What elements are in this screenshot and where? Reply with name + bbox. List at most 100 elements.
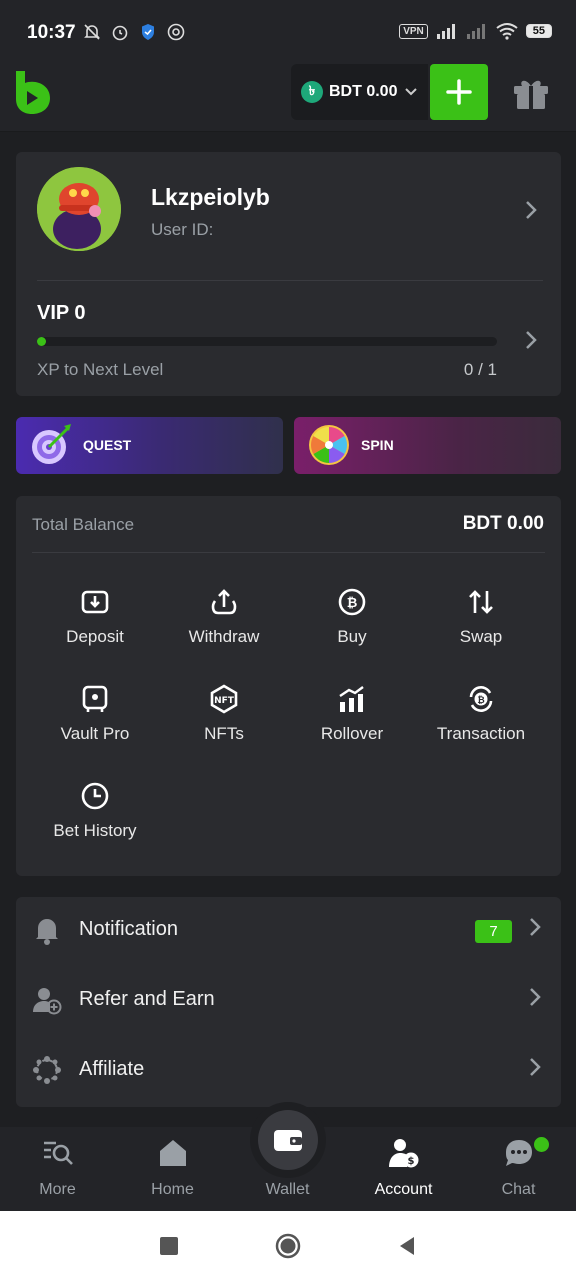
app-header: ৳ BDT 0.00	[0, 64, 576, 132]
target-icon	[32, 424, 71, 464]
quest-label: QUEST	[83, 437, 132, 453]
vault-pro-button[interactable]: Vault Pro	[31, 684, 159, 744]
status-bar: 10:37 VPN 55	[0, 0, 576, 64]
header-balance: BDT 0.00	[329, 83, 398, 100]
withdraw-label: Withdraw	[188, 627, 260, 646]
swap-button[interactable]: Swap	[417, 587, 545, 647]
chevron-right-icon	[525, 200, 537, 226]
bet-history-label: Bet History	[53, 821, 137, 840]
nav-chat[interactable]: Chat	[461, 1127, 576, 1211]
quest-button[interactable]: QUEST	[16, 417, 283, 474]
transaction-label: Transaction	[436, 724, 526, 743]
chat-icon	[505, 1140, 532, 1166]
wallet-fab[interactable]	[258, 1110, 318, 1170]
divider	[32, 552, 545, 553]
svg-text:$: $	[407, 1156, 414, 1167]
user-id-label: User ID:	[151, 220, 214, 239]
xp-value: 0 / 1	[463, 360, 497, 379]
alarm-icon	[110, 22, 130, 42]
gift-icon[interactable]	[512, 76, 550, 110]
vault-icon	[82, 685, 108, 712]
back-icon[interactable]	[394, 1233, 420, 1259]
nav-label: Wallet	[265, 1181, 310, 1198]
transaction-button[interactable]: ₿ Transaction	[417, 684, 545, 744]
nav-home[interactable]: Home	[115, 1127, 230, 1211]
nfts-label: NFTs	[204, 724, 244, 743]
menu-item-refer-and-earn[interactable]: Refer and Earn	[16, 967, 561, 1037]
svg-text:₿: ₿	[347, 596, 358, 611]
rollover-button[interactable]: Rollover	[288, 684, 416, 744]
menu-item-affiliate[interactable]: Affiliate	[16, 1037, 561, 1107]
home-circle-icon[interactable]	[275, 1233, 301, 1259]
battery-indicator: 55	[525, 24, 552, 38]
spin-wheel-icon	[309, 425, 349, 465]
network-icon	[33, 1056, 61, 1084]
profile-card: Lkzpeiolyb User ID: VIP 0 XP to Next Lev…	[16, 152, 561, 396]
status-system-icons: VPN 55	[399, 22, 552, 40]
bet-history-button[interactable]: Bet History	[31, 781, 159, 841]
search-list-icon	[43, 1141, 73, 1165]
nav-label: Account	[374, 1181, 433, 1198]
wallet-icon	[274, 1130, 302, 1151]
bc-logo-icon[interactable]	[14, 69, 52, 115]
svg-text:NFT: NFT	[214, 696, 235, 706]
profile-row[interactable]: Lkzpeiolyb User ID:	[16, 152, 561, 280]
total-balance-value: BDT 0.00	[462, 513, 544, 534]
spin-label: SPIN	[361, 437, 394, 453]
chat-online-dot	[534, 1137, 549, 1152]
spin-button[interactable]: SPIN	[294, 417, 561, 474]
bitcoin-icon: ₿	[338, 588, 366, 616]
vip-level: VIP 0	[37, 302, 86, 324]
wifi-icon	[496, 23, 518, 40]
status-notification-icons	[82, 22, 186, 42]
home-icon	[159, 1140, 186, 1166]
system-nav-bar	[0, 1211, 576, 1280]
plus-icon	[446, 79, 472, 105]
user-add-icon	[33, 988, 62, 1015]
nav-account[interactable]: $ Account	[346, 1127, 461, 1211]
chart-icon	[339, 686, 364, 712]
menu-item-notification[interactable]: Notification 7	[16, 897, 561, 967]
bell-off-icon	[82, 22, 102, 42]
xp-progress-bar	[37, 337, 497, 346]
wallet-card: Total Balance BDT 0.00 Deposit Withdraw …	[16, 496, 561, 876]
deposit-button[interactable]: Deposit	[31, 587, 159, 647]
chrome-icon	[166, 22, 186, 42]
menu-label: Notification	[79, 918, 178, 940]
swap-label: Swap	[459, 627, 503, 646]
chevron-right-icon	[529, 1057, 541, 1083]
shield-icon	[138, 22, 158, 42]
menu-label: Refer and Earn	[79, 988, 215, 1010]
signal-weak-icon	[466, 24, 485, 39]
nfts-button[interactable]: NFT NFTs	[160, 684, 288, 744]
chevron-right-icon	[529, 987, 541, 1013]
withdraw-button[interactable]: Withdraw	[160, 587, 288, 647]
buy-button[interactable]: ₿ Buy	[288, 587, 416, 647]
recents-icon[interactable]	[156, 1233, 182, 1259]
swap-icon	[469, 590, 493, 614]
buy-label: Buy	[337, 627, 367, 646]
notification-count-badge: 7	[475, 920, 512, 943]
nav-label: Chat	[501, 1181, 536, 1198]
transaction-icon: ₿	[469, 686, 493, 712]
taka-coin-icon: ৳	[301, 81, 323, 103]
rollover-label: Rollover	[320, 724, 384, 743]
nav-label: More	[39, 1181, 76, 1198]
nft-icon: NFT	[210, 684, 238, 714]
status-time: 10:37	[27, 22, 76, 43]
chevron-down-icon	[405, 85, 418, 99]
clock-icon	[81, 782, 109, 810]
xp-label: XP to Next Level	[37, 360, 164, 379]
chevron-right-icon	[525, 330, 537, 356]
account-menu: Notification 7 Refer and Earn Affiliate	[16, 897, 561, 1107]
chevron-right-icon	[529, 917, 541, 943]
username: Lkzpeiolyb	[151, 184, 270, 210]
nav-label: Home	[151, 1181, 194, 1198]
nav-more[interactable]: More	[0, 1127, 115, 1211]
balance-selector[interactable]: ৳ BDT 0.00	[291, 64, 428, 120]
bell-icon	[36, 919, 58, 945]
account-icon: $	[388, 1139, 418, 1168]
avatar[interactable]	[37, 167, 121, 251]
svg-text:₿: ₿	[477, 695, 484, 706]
deposit-plus-button[interactable]	[430, 64, 488, 120]
